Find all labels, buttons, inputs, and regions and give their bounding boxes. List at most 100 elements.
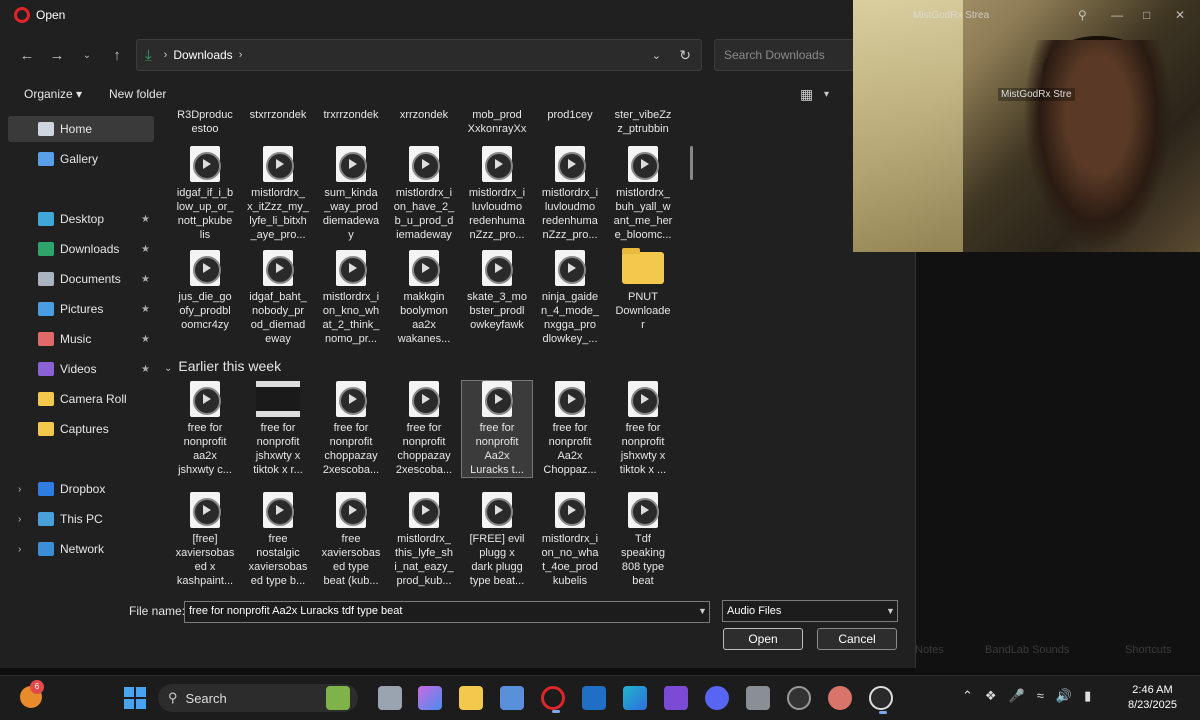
breadcrumb-downloads[interactable]: Downloads	[173, 48, 232, 62]
file-item[interactable]: free for nonprofit choppazay 2xescoba...	[316, 381, 386, 477]
file-item[interactable]: trxrrzondek	[316, 108, 386, 122]
sidebar-item-music[interactable]: Music ★	[8, 326, 154, 352]
microphone-icon[interactable]: 🎤	[1009, 688, 1025, 704]
opera-icon[interactable]	[541, 686, 565, 713]
file-item[interactable]: stxrrzondek	[243, 108, 313, 122]
file-item[interactable]: mistlordrx_ buh_yall_w ant_me_her e_bloo…	[608, 146, 678, 242]
file-item[interactable]: mistlordrx_i luvloudmo redenhuma nZzz_pr…	[462, 146, 532, 242]
chevron-right-icon[interactable]: ›	[18, 514, 21, 525]
scrollbar[interactable]	[690, 146, 693, 180]
chevron-down-icon[interactable]: ⌄	[164, 363, 172, 374]
file-item[interactable]: mistlordrx_ x_itZzz_my_ lyfe_li_bitxh _a…	[243, 146, 313, 242]
sidebar-item-videos[interactable]: Videos ★	[8, 356, 154, 382]
file-item[interactable]: free for nonprofit jshxwty x tiktok x ..…	[608, 381, 678, 477]
file-item[interactable]: free for nonprofit Aa2x Choppaz...	[535, 381, 605, 477]
clock[interactable]: 2:46 AM 8/23/2025	[1128, 683, 1177, 713]
file-item[interactable]: skate_3_mo bster_prodl owkeyfawk	[462, 250, 532, 332]
file-item[interactable]: mob_prod XxkonrayXx	[462, 108, 532, 136]
file-item[interactable]: sum_kinda _way_prod diemadewa y	[316, 146, 386, 242]
battery-icon[interactable]: ▮	[1084, 688, 1091, 704]
refresh-icon[interactable]: ↻	[679, 47, 691, 64]
sidebar-item-gallery[interactable]: Gallery	[8, 146, 154, 172]
sidebar-item-camera-roll[interactable]: Camera Roll	[8, 386, 154, 412]
file-item[interactable]: mistlordrx_i luvloudmo redenhuma nZzz_pr…	[535, 146, 605, 242]
forward-arrow-icon[interactable]: →	[44, 42, 70, 68]
file-item[interactable]: xrrzondek	[389, 108, 459, 122]
file-item[interactable]: PNUT Downloade r	[608, 248, 678, 332]
file-item[interactable]: free for nonprofit Aa2x Luracks t...	[461, 380, 533, 478]
file-item[interactable]: free for nonprofit jshxwty x tiktok x r.…	[243, 381, 313, 477]
pin-icon[interactable]: ★	[141, 214, 150, 225]
file-item[interactable]: mistlordrx_i on_kno_wh at_2_think_ nomo_…	[316, 250, 386, 346]
clipchamp-icon[interactable]	[664, 686, 688, 710]
dropbox-tray-icon[interactable]: ❖	[985, 688, 997, 704]
file-item[interactable]: Tdf speaking 808 type beat	[608, 492, 678, 588]
open-button[interactable]: Open	[723, 628, 803, 650]
up-arrow-icon[interactable]: ↑	[104, 42, 130, 68]
edge-icon[interactable]	[623, 686, 647, 710]
address-bar[interactable]: ⤓ › Downloads › ⌄ ↻	[136, 39, 702, 71]
file-item[interactable]: makkgin boolymon aa2x wakanes...	[389, 250, 459, 346]
file-item[interactable]: free for nonprofit aa2x jshxwty c...	[170, 381, 240, 477]
file-item[interactable]: mistlordrx_i on_have_2_ b_u_prod_d iemad…	[389, 146, 459, 242]
chevron-right-icon[interactable]: ›	[18, 484, 21, 495]
task-view-icon[interactable]	[378, 686, 402, 710]
sidebar-item-pictures[interactable]: Pictures ★	[8, 296, 154, 322]
sidebar-item-this-pc[interactable]: › This PC	[8, 506, 154, 532]
file-item[interactable]: mistlordrx_ this_lyfe_sh i_nat_eazy_ pro…	[389, 492, 459, 588]
chevron-down-icon[interactable]: ▾	[824, 89, 829, 100]
pin-icon[interactable]: ★	[141, 244, 150, 255]
back-arrow-icon[interactable]: ←	[14, 42, 40, 68]
store-icon[interactable]	[500, 686, 524, 710]
file-explorer-icon[interactable]	[459, 686, 483, 710]
pin-icon[interactable]: ★	[141, 364, 150, 375]
sidebar-item-desktop[interactable]: Desktop ★	[8, 206, 154, 232]
file-item[interactable]: mistlordrx_i on_no_wha t_4oe_prod kubeli…	[535, 492, 605, 588]
file-name-input[interactable]: free for nonprofit Aa2x Luracks tdf type…	[184, 601, 710, 623]
sidebar-item-captures[interactable]: Captures	[8, 416, 154, 442]
file-item[interactable]: R3Dproduc estoo	[170, 108, 240, 136]
chevron-right-icon[interactable]: ›	[18, 544, 21, 555]
chevron-right-icon[interactable]: ›	[239, 49, 243, 61]
file-type-select[interactable]: Audio Files	[722, 600, 898, 622]
pin-icon[interactable]: ★	[141, 274, 150, 285]
file-item[interactable]: ster_vibeZz z_ptrubbin	[608, 108, 678, 136]
file-item[interactable]: prod1cey	[535, 108, 605, 122]
file-item[interactable]: ninja_gaide n_4_mode_ nxgga_pro dlowkey_…	[535, 250, 605, 346]
camera-icon[interactable]	[746, 686, 770, 710]
sidebar-item-home[interactable]: Home	[8, 116, 154, 142]
chevron-down-icon[interactable]: ▼	[698, 606, 707, 616]
pin-icon[interactable]: ★	[141, 334, 150, 345]
cancel-button[interactable]: Cancel	[817, 628, 897, 650]
file-item[interactable]: [FREE] evil plugg x dark plugg type beat…	[462, 492, 532, 588]
organize-button[interactable]: Organize ▾	[24, 87, 82, 101]
file-item[interactable]: jus_die_go ofy_prodbl oomcr4zy	[170, 250, 240, 332]
discord-icon[interactable]	[705, 686, 729, 710]
file-item[interactable]: idgaf_if_i_b low_up_or_ nott_pkube lis	[170, 146, 240, 242]
file-item[interactable]: [free] xaviersobas ed x kashpaint...	[170, 492, 240, 588]
sidebar-item-dropbox[interactable]: › Dropbox	[8, 476, 154, 502]
app-avatar-icon[interactable]	[828, 686, 852, 710]
sidebar-item-downloads[interactable]: Downloads ★	[8, 236, 154, 262]
wifi-icon[interactable]: ≈	[1037, 688, 1044, 704]
pin-icon[interactable]: ★	[141, 304, 150, 315]
chevron-down-icon[interactable]: ⌄	[652, 49, 661, 62]
copilot-icon[interactable]	[418, 686, 442, 710]
group-header[interactable]: ⌄ Earlier this week	[164, 358, 281, 374]
outlook-icon[interactable]	[582, 686, 606, 710]
new-folder-button[interactable]: New folder	[109, 87, 166, 101]
media-player-icon[interactable]	[869, 686, 893, 714]
file-item[interactable]: free for nonprofit choppazay 2xescoba...	[389, 381, 459, 477]
search-highlight-icon[interactable]	[326, 686, 350, 710]
obs-icon[interactable]	[787, 686, 811, 710]
recent-dropdown-icon[interactable]: ⌄	[74, 42, 100, 68]
sidebar-item-network[interactable]: › Network	[8, 536, 154, 562]
file-item[interactable]: free nostalgic xaviersobas ed type b...	[243, 492, 313, 588]
view-options-icon[interactable]: ▦	[800, 86, 813, 103]
chevron-up-icon[interactable]: ⌃	[962, 688, 973, 704]
file-item[interactable]: free xaviersobas ed type beat (kub...	[316, 492, 386, 588]
sidebar-item-documents[interactable]: Documents ★	[8, 266, 154, 292]
file-item[interactable]: idgaf_baht_ nobody_pr od_diemad eway	[243, 250, 313, 346]
chevron-down-icon[interactable]: ▼	[886, 606, 895, 616]
windows-start-icon[interactable]	[124, 687, 146, 709]
